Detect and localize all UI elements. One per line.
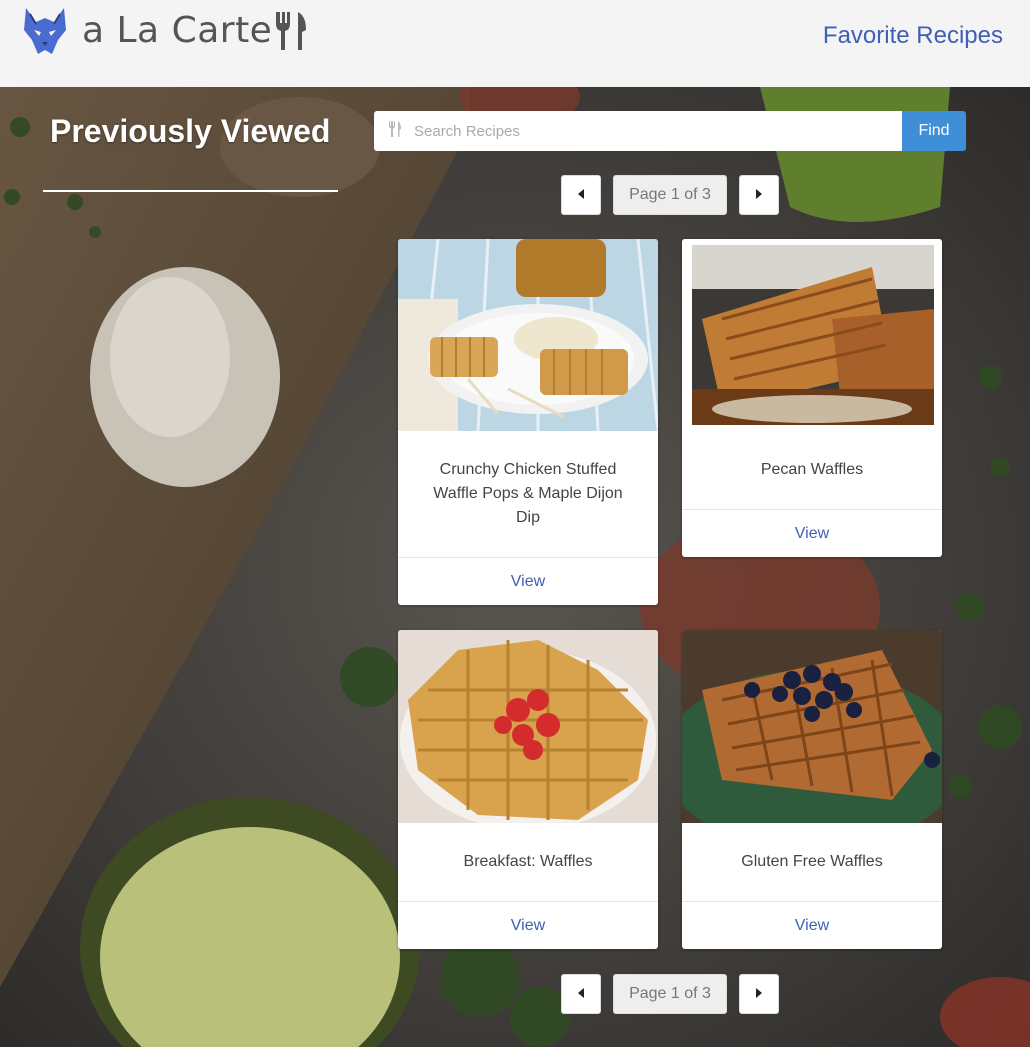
recipe-image[interactable]: [398, 630, 658, 823]
next-page-button[interactable]: [739, 974, 779, 1014]
pagination-bottom: Page 1 of 3: [561, 974, 779, 1014]
recipe-image[interactable]: [682, 630, 942, 823]
fork-knife-icon: [274, 10, 308, 52]
view-recipe-button[interactable]: View: [398, 557, 658, 605]
prev-page-button[interactable]: [561, 175, 601, 215]
page-title: Previously Viewed: [50, 113, 331, 149]
recipe-card: Gluten Free Waffles View: [682, 630, 942, 949]
prev-page-button[interactable]: [561, 974, 601, 1014]
favorite-recipes-link[interactable]: Favorite Recipes: [823, 22, 1003, 50]
page-indicator: Page 1 of 3: [613, 974, 727, 1014]
next-page-button[interactable]: [739, 175, 779, 215]
fork-knife-icon: [388, 120, 402, 143]
top-navbar: a La Carte Favorite Recipes: [0, 0, 1030, 87]
recipe-card: Crunchy Chicken Stuffed Waffle Pops & Ma…: [398, 239, 658, 605]
view-recipe-button[interactable]: View: [682, 901, 942, 949]
view-recipe-button[interactable]: View: [682, 509, 942, 557]
recipe-name: Breakfast: Waffles: [463, 853, 593, 870]
search-field: [374, 111, 902, 151]
brand-name: a La Carte: [82, 10, 273, 51]
page-indicator: Page 1 of 3: [613, 175, 727, 215]
find-button[interactable]: Find: [902, 111, 966, 151]
recipe-name: Gluten Free Waffles: [741, 853, 883, 870]
wolf-head-icon: [22, 6, 68, 56]
caret-right-icon: [755, 985, 763, 1003]
caret-right-icon: [755, 186, 763, 204]
caret-left-icon: [577, 985, 585, 1003]
recipe-image[interactable]: [398, 239, 658, 431]
brand-logo[interactable]: a La Carte: [22, 6, 308, 56]
recipe-card: Pecan Waffles View: [682, 239, 942, 557]
search-input[interactable]: [414, 122, 874, 140]
view-recipe-button[interactable]: View: [398, 901, 658, 949]
pagination-top: Page 1 of 3: [561, 175, 779, 215]
recipe-name: Crunchy Chicken Stuffed Waffle Pops & Ma…: [433, 461, 623, 526]
recipe-card: Breakfast: Waffles View: [398, 630, 658, 949]
search-bar: Find: [374, 111, 966, 151]
title-divider: [43, 190, 338, 192]
caret-left-icon: [577, 186, 585, 204]
recipe-image[interactable]: [682, 239, 942, 431]
recipe-name: Pecan Waffles: [760, 461, 864, 478]
